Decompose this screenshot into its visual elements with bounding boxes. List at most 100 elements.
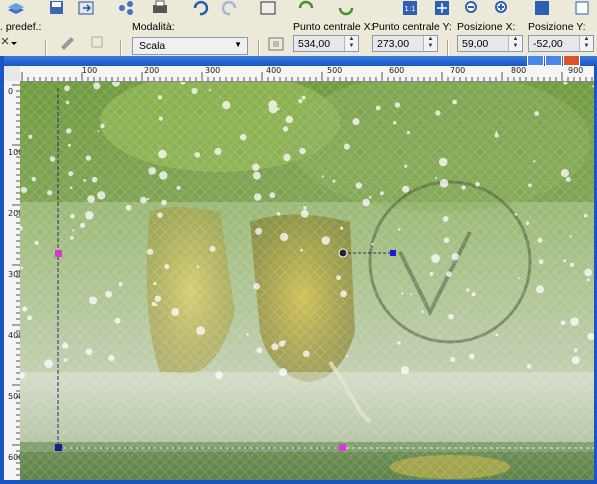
bokeh-dot <box>461 185 466 190</box>
maximize-icon[interactable] <box>545 56 562 66</box>
layers-icon[interactable] <box>6 0 26 16</box>
undo-icon[interactable] <box>190 0 210 16</box>
zoom-in-icon[interactable] <box>492 0 512 16</box>
bokeh-dot <box>400 366 409 375</box>
bokeh-dot <box>435 176 438 180</box>
bokeh-dot <box>285 115 294 124</box>
bokeh-dot <box>157 212 163 218</box>
bokeh-dot <box>401 292 404 295</box>
bokeh-dot <box>64 85 70 92</box>
bokeh-dot <box>362 198 370 207</box>
bokeh-dot <box>114 317 121 324</box>
mode-select[interactable]: Scala ▼ <box>132 37 248 55</box>
spin-arrows-icon[interactable]: ▲ ▼ <box>344 36 358 51</box>
bokeh-dot <box>222 101 231 110</box>
center-y-field[interactable]: 273,00 ▲ ▼ <box>372 35 438 52</box>
bokeh-dot <box>44 359 54 369</box>
crop-icon[interactable] <box>258 0 278 16</box>
bokeh-dot <box>375 105 381 111</box>
help-icon[interactable] <box>532 0 552 16</box>
bokeh-dot <box>66 128 72 134</box>
bokeh-dot <box>97 191 106 200</box>
bokeh-dot <box>528 183 532 188</box>
bokeh-dot <box>252 163 260 171</box>
ruler-label: 900 <box>568 66 584 75</box>
close-icon[interactable] <box>563 56 580 66</box>
minimize-icon[interactable] <box>527 56 544 66</box>
ruler-ticks <box>12 84 20 476</box>
center-x-field[interactable]: 534,00 ▲ ▼ <box>293 35 359 52</box>
bokeh-dot <box>70 236 74 240</box>
bokeh-dot <box>63 358 68 362</box>
bokeh-dot <box>214 147 222 156</box>
spin-arrows-icon[interactable]: ▲ ▼ <box>508 36 522 51</box>
bokeh-dot <box>448 313 454 320</box>
bokeh-dot <box>93 82 101 90</box>
reset-icon[interactable] <box>88 34 108 50</box>
bokeh-dot <box>298 99 303 104</box>
bokeh-dot <box>421 310 424 313</box>
center-y-value: 273,00 <box>377 38 410 50</box>
bokeh-dot <box>240 133 247 141</box>
chevron-down-icon: ▼ <box>234 40 242 49</box>
edit-icon[interactable] <box>58 34 78 50</box>
share-icon[interactable] <box>116 0 136 16</box>
document-titlebar[interactable] <box>0 56 597 66</box>
fit-window-icon[interactable] <box>432 0 452 16</box>
save-icon[interactable] <box>46 0 66 16</box>
preset-dropdown-icon[interactable] <box>0 36 18 50</box>
bokeh-dot <box>209 245 216 252</box>
bokeh-dot <box>321 175 324 178</box>
bokeh-dot <box>22 306 28 312</box>
spin-arrows-icon[interactable]: ▲ ▼ <box>579 36 593 51</box>
mode-label: Modalità: <box>132 21 175 33</box>
spin-arrows-icon[interactable]: ▲ ▼ <box>423 36 437 51</box>
bokeh-dot <box>282 340 286 344</box>
export-icon[interactable] <box>76 0 96 16</box>
bokeh-dot <box>97 130 100 133</box>
bokeh-dot <box>65 100 70 105</box>
bokeh-dot <box>164 264 170 270</box>
bokeh-dot <box>49 156 56 162</box>
bokeh-dot <box>70 186 73 190</box>
bokeh-dot <box>85 155 92 161</box>
bokeh-dot <box>301 95 306 100</box>
bokeh-dot <box>404 164 408 168</box>
bokeh-dot <box>343 143 350 150</box>
bokeh-dot <box>91 176 98 183</box>
center-icon[interactable] <box>266 36 286 52</box>
redo-icon[interactable] <box>220 0 240 16</box>
bokeh-dot <box>256 347 263 354</box>
pos-y-field[interactable]: -52,00 ▲ ▼ <box>528 35 594 52</box>
bokeh-dot <box>570 317 579 326</box>
bokeh-dot <box>253 283 260 290</box>
copy-icon[interactable] <box>572 0 592 16</box>
actual-size-icon[interactable]: 1:1 <box>400 0 420 16</box>
bokeh-dot <box>452 99 457 105</box>
bokeh-dot <box>469 353 475 360</box>
bokeh-dot <box>70 213 75 219</box>
bokeh-dot <box>252 171 261 180</box>
bokeh-dot <box>446 271 452 277</box>
bokeh-dot <box>151 301 156 307</box>
redo-icon[interactable] <box>336 0 356 16</box>
bokeh-dot <box>355 182 362 189</box>
ruler-label: 0 <box>8 87 14 96</box>
bokeh-dot <box>159 171 168 180</box>
zoom-out-icon[interactable] <box>462 0 482 16</box>
pos-x-field[interactable]: 59,00 ▲ ▼ <box>457 35 523 52</box>
bokeh-dot <box>87 195 95 203</box>
bokeh-dot <box>340 226 344 230</box>
bokeh-dot <box>302 212 309 218</box>
bokeh-dot <box>392 121 397 125</box>
bokeh-dot <box>450 356 456 362</box>
horizontal-ruler: 100 200 300 400 500 600 700 800 900 <box>20 66 597 82</box>
bokeh-dot <box>125 204 132 211</box>
bokeh-dot <box>31 176 37 182</box>
bokeh-dot <box>253 193 262 201</box>
refresh-icon[interactable] <box>296 0 316 16</box>
print-icon[interactable] <box>150 0 170 16</box>
image-canvas[interactable] <box>20 82 594 480</box>
bokeh-dot <box>20 186 28 193</box>
bokeh-dot <box>80 222 86 228</box>
